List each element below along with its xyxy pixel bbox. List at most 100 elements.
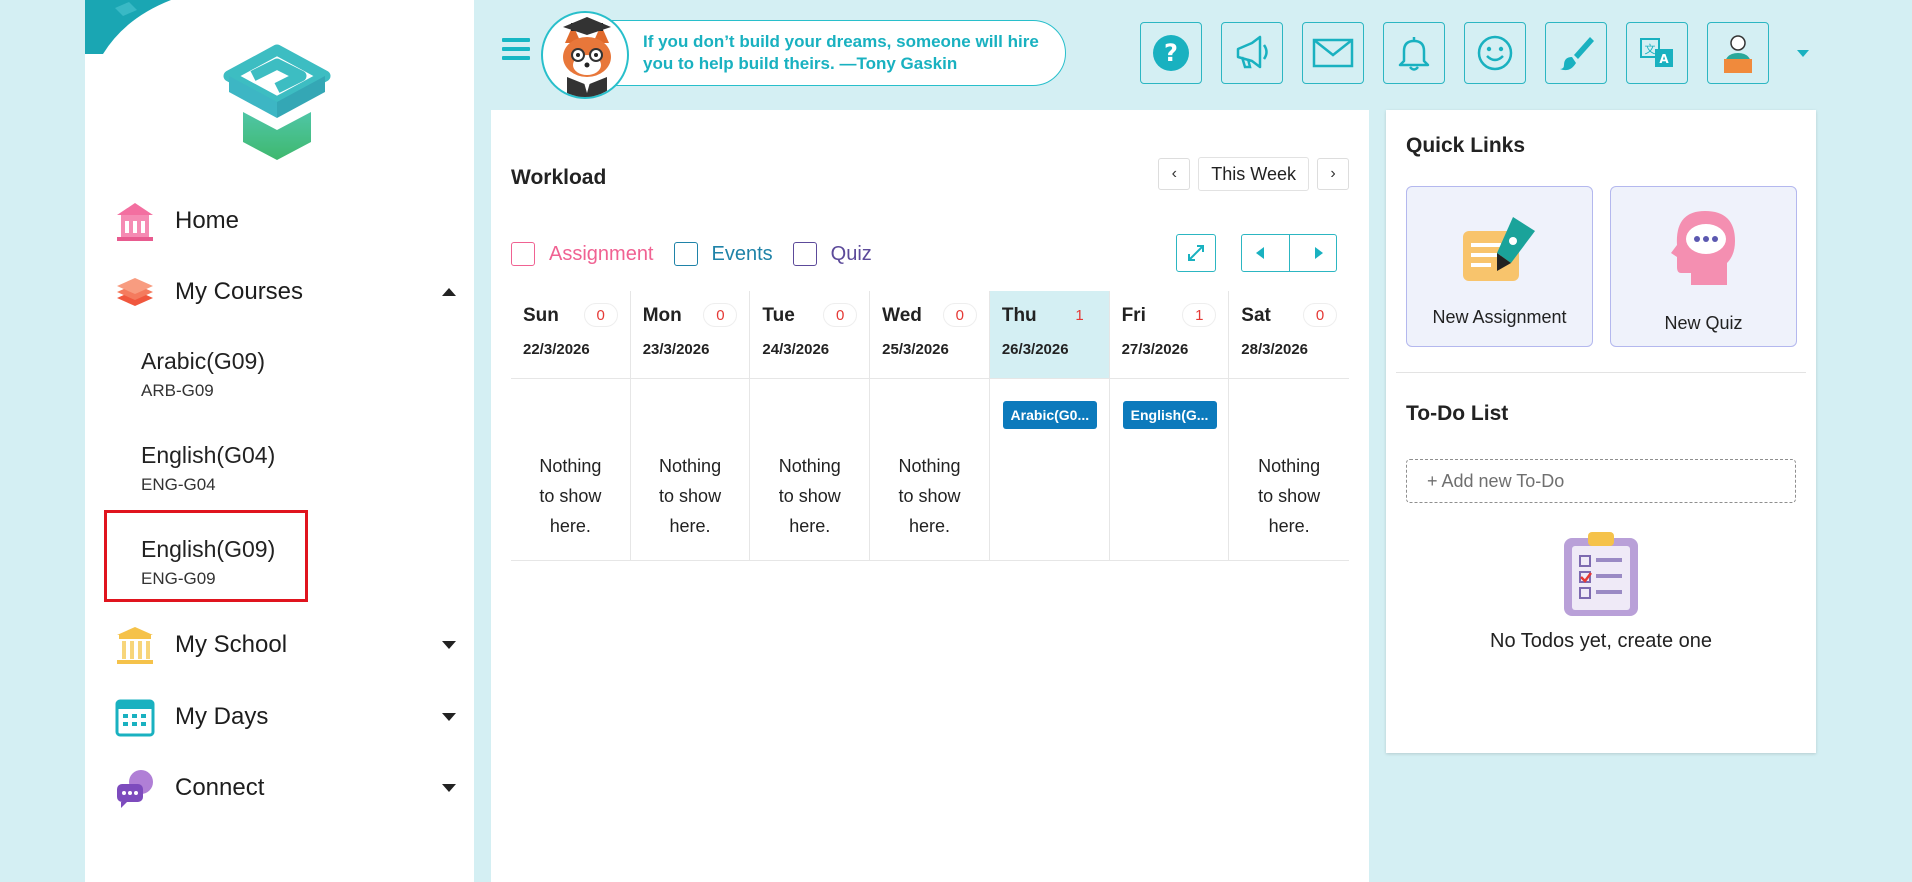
day-body: Nothing to show here. <box>631 379 750 560</box>
empty-day-message: Nothing to show here. <box>659 456 722 536</box>
sidebar-item-label: Home <box>175 207 240 234</box>
chevron-down-icon <box>442 641 456 649</box>
day-body: English(G... <box>1110 379 1229 560</box>
filter-events[interactable]: Events <box>673 242 773 266</box>
day-column-tue: Tue 0 24/3/2026 Nothing to show here. <box>750 291 871 561</box>
todo-title: To-Do List <box>1406 402 1509 425</box>
course-item-arabic-g09[interactable]: Arabic(G09) ARB-G09 <box>141 348 341 401</box>
sidebar: Home My Courses Arabic(G09) ARB-G09 Engl… <box>85 0 474 882</box>
notifications-button[interactable] <box>1383 22 1445 84</box>
empty-day-message: Nothing to show here. <box>539 456 602 536</box>
filter-label: Events <box>711 242 773 265</box>
chevron-up-icon <box>442 288 456 296</box>
week-label[interactable]: This Week <box>1198 157 1309 191</box>
next-week-button[interactable]: › <box>1317 158 1349 190</box>
day-header: Thu 1 26/3/2026 <box>989 291 1109 379</box>
sidebar-item-my-school[interactable]: My School <box>85 618 474 672</box>
day-body: Nothing to show here. <box>1229 379 1349 560</box>
previous-week-button[interactable]: ‹ <box>1158 158 1191 190</box>
language-button[interactable]: 文 A <box>1626 22 1688 84</box>
day-date: 22/3/2026 <box>523 341 590 358</box>
svg-text:A: A <box>1659 52 1669 66</box>
day-body: Nothing to show here. <box>750 379 869 560</box>
empty-day-message: Nothing to show here. <box>1258 456 1321 536</box>
filter-quiz[interactable]: Quiz <box>792 242 872 266</box>
day-body: Arabic(G0... <box>990 379 1109 560</box>
day-name: Mon <box>642 305 682 326</box>
week-navigator: ‹ This Week › <box>1158 157 1349 191</box>
day-body: Nothing to show here. <box>870 379 989 560</box>
empty-day-message: Nothing to show here. <box>778 456 841 536</box>
quick-link-label: New Assignment <box>1432 307 1567 327</box>
day-header: Sat 0 28/3/2026 <box>1229 291 1349 379</box>
quick-links-title: Quick Links <box>1406 134 1526 157</box>
calendar-event[interactable]: Arabic(G0... <box>1002 401 1097 429</box>
week-calendar: Sun 0 22/3/2026 Nothing to show here. Mon 0 23… <box>511 291 1349 561</box>
divider <box>1288 235 1290 271</box>
filter-checkbox[interactable] <box>511 242 535 266</box>
day-column-thu: Thu 1 26/3/2026 Arabic(G0... <box>989 291 1110 561</box>
menu-toggle-icon[interactable] <box>502 38 530 64</box>
profile-menu-caret-icon[interactable] <box>1797 50 1809 57</box>
day-header: Wed 0 25/3/2026 <box>870 291 989 379</box>
feedback-button[interactable] <box>1464 22 1526 84</box>
scroll-control <box>1241 234 1337 272</box>
filter-checkbox[interactable] <box>673 242 698 266</box>
filter-label: Quiz <box>830 242 872 265</box>
course-code: ENG-G04 <box>141 475 216 494</box>
sidebar-item-my-days[interactable]: My Days <box>85 690 474 744</box>
new-assignment-button[interactable]: New Assignment <box>1406 186 1593 347</box>
svg-text:文: 文 <box>1645 42 1656 56</box>
day-date: 27/3/2026 <box>1121 341 1189 358</box>
course-name: English(G04) <box>141 442 276 468</box>
todo-empty-message: No Todos yet, create one <box>1490 630 1712 652</box>
chevron-down-icon <box>442 784 456 792</box>
day-name: Tue <box>762 305 795 326</box>
calendar-icon <box>113 695 157 739</box>
divider <box>511 560 1349 561</box>
day-date: 23/3/2026 <box>642 341 710 358</box>
scroll-right-button[interactable] <box>1313 246 1325 260</box>
quote-banner: If you don’t build your dreams, someone … <box>560 20 1066 86</box>
filter-assignment[interactable]: Assignment <box>511 242 654 266</box>
add-todo-input[interactable] <box>1406 459 1796 503</box>
course-item-english-g04[interactable]: English(G04) ENG-G04 <box>141 442 341 495</box>
day-date: 26/3/2026 <box>1001 341 1069 358</box>
quote-text: If you don’t build your dreams, someone … <box>643 32 1039 73</box>
right-panel: Quick Links New Assignment New Quiz To-D… <box>1386 110 1816 753</box>
day-name: Sat <box>1241 305 1271 326</box>
caret-right-icon <box>1314 247 1323 259</box>
filter-checkbox[interactable] <box>792 242 817 266</box>
smiley-icon <box>1477 35 1513 71</box>
messages-button[interactable] <box>1302 22 1364 84</box>
day-name: Wed <box>882 305 922 326</box>
calendar-event[interactable]: English(G... <box>1122 401 1217 429</box>
day-column-sun: Sun 0 22/3/2026 Nothing to show here. <box>511 291 631 561</box>
question-icon: ? <box>1153 35 1189 71</box>
sidebar-item-label: Connect <box>175 774 265 801</box>
workload-filters: Assignment Events Quiz <box>511 242 892 266</box>
help-button[interactable]: ? <box>1140 22 1202 84</box>
corner-fold-decoration <box>85 0 171 54</box>
new-quiz-button[interactable]: New Quiz <box>1610 186 1797 347</box>
day-column-sat: Sat 0 28/3/2026 Nothing to show here. <box>1229 291 1349 561</box>
day-name: Thu <box>1001 305 1037 326</box>
bell-icon <box>1398 37 1430 71</box>
announcements-button[interactable] <box>1221 22 1283 84</box>
sidebar-item-my-courses[interactable]: My Courses <box>85 265 474 319</box>
workload-title: Workload <box>511 166 607 189</box>
day-header: Sun 0 22/3/2026 <box>511 291 630 379</box>
sidebar-item-connect[interactable]: Connect <box>85 761 474 815</box>
sidebar-item-label: My School <box>175 631 288 658</box>
day-body: Nothing to show here. <box>511 379 630 560</box>
theme-button[interactable] <box>1545 22 1607 84</box>
mail-icon <box>1312 38 1354 68</box>
scroll-left-button[interactable] <box>1254 246 1266 260</box>
sidebar-item-label: My Days <box>175 703 269 730</box>
empty-day-message: Nothing to show here. <box>898 456 961 536</box>
day-name: Sun <box>523 305 559 326</box>
quiz-head-icon <box>1671 211 1735 285</box>
expand-button[interactable] <box>1176 234 1216 272</box>
sidebar-item-home[interactable]: Home <box>85 194 474 248</box>
profile-button[interactable] <box>1707 22 1769 84</box>
